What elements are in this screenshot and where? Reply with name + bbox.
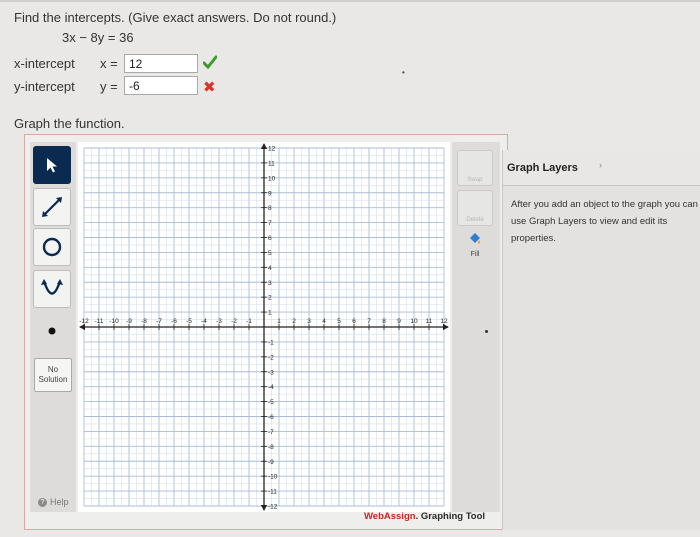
help-link[interactable]: ? Help bbox=[38, 497, 69, 507]
x-tick-label: -3 bbox=[216, 318, 222, 325]
graph-prompt: Graph the function. bbox=[14, 116, 125, 131]
stray-dot bbox=[485, 330, 488, 333]
x-tick-label: -12 bbox=[79, 318, 89, 325]
x-tick-label: -5 bbox=[186, 318, 192, 325]
x-tick-label: 6 bbox=[352, 318, 356, 325]
correct-check-icon bbox=[203, 55, 217, 69]
y-tick-label: 12 bbox=[268, 146, 276, 153]
graph-layers-panel: Graph Layers › After you add an object t… bbox=[502, 150, 700, 530]
y-tick-label: 9 bbox=[268, 190, 272, 197]
x-tick-label: 9 bbox=[397, 318, 401, 325]
fill-label: Fill bbox=[470, 251, 480, 258]
brand-webassign: WebAssign bbox=[364, 511, 416, 522]
y-tick-label: -2 bbox=[268, 354, 274, 361]
x-tick-label: -8 bbox=[141, 318, 147, 325]
x-tick-label: 10 bbox=[410, 318, 418, 325]
point-tool-button[interactable] bbox=[33, 312, 71, 350]
y-tick-label: -1 bbox=[268, 339, 274, 346]
x-tick-label: 4 bbox=[322, 318, 326, 325]
graph-layers-header[interactable]: Graph Layers › bbox=[503, 150, 700, 186]
graph-layers-title: Graph Layers bbox=[507, 162, 578, 174]
y-intercept-label: y-intercept bbox=[14, 79, 75, 94]
circle-tool-button[interactable] bbox=[33, 228, 71, 266]
parabola-icon bbox=[41, 279, 63, 295]
y-tick-label: -7 bbox=[268, 429, 274, 436]
line-icon bbox=[42, 197, 62, 217]
question-instructions: Find the intercepts. (Give exact answers… bbox=[14, 10, 337, 25]
y-tick-label: 4 bbox=[268, 265, 272, 272]
y-tick-label: -10 bbox=[268, 474, 278, 481]
y-tick-label: -5 bbox=[268, 399, 274, 406]
x-tick-label: 2 bbox=[292, 318, 296, 325]
pointer-arrow-icon bbox=[47, 158, 57, 173]
pointer-tool-button[interactable] bbox=[33, 146, 71, 184]
x-tick-label: 7 bbox=[367, 318, 371, 325]
y-tick-label: 10 bbox=[268, 175, 276, 182]
swap-button[interactable]: Swap bbox=[457, 150, 493, 186]
help-icon: ? bbox=[38, 497, 47, 507]
help-label: Help bbox=[50, 497, 69, 507]
x-intercept-prefix: x = bbox=[100, 56, 118, 71]
top-divider bbox=[0, 0, 700, 2]
chevron-right-icon: › bbox=[599, 160, 602, 170]
y-tick-label: 6 bbox=[268, 235, 272, 242]
y-tick-label: 5 bbox=[268, 250, 272, 257]
x-tick-label: -4 bbox=[201, 318, 207, 325]
x-intercept-input[interactable]: 12 bbox=[124, 54, 198, 73]
x-tick-label: 3 bbox=[307, 318, 311, 325]
y-tick-label: 7 bbox=[268, 220, 272, 227]
y-tick-label: 8 bbox=[268, 205, 272, 212]
x-tick-label: 12 bbox=[440, 318, 448, 325]
webassign-branding: WebAssign. Graphing Tool bbox=[364, 511, 485, 522]
brand-graphing-tool: . Graphing Tool bbox=[415, 511, 486, 522]
x-tick-label: -1 bbox=[246, 318, 252, 325]
y-intercept-prefix: y = bbox=[100, 79, 118, 94]
y-tick-label: -11 bbox=[268, 489, 277, 496]
y-tick-label: -8 bbox=[268, 444, 274, 451]
x-tick-label: 8 bbox=[382, 318, 386, 325]
x-tick-label: 11 bbox=[426, 318, 433, 325]
x-tick-label: 5 bbox=[337, 318, 341, 325]
x-tick-label: -7 bbox=[156, 318, 162, 325]
paint-bucket-icon bbox=[470, 233, 480, 244]
y-tick-label: 1 bbox=[268, 310, 272, 317]
incorrect-cross-icon: ✖ bbox=[203, 79, 216, 96]
y-tick-label: -4 bbox=[268, 384, 274, 391]
delete-button[interactable]: Delete bbox=[457, 190, 493, 226]
graph-layers-help-text: After you add an object to the graph you… bbox=[511, 199, 698, 244]
parabola-tool-button[interactable] bbox=[33, 270, 71, 308]
y-tick-label: -9 bbox=[268, 459, 274, 466]
x-intercept-label: x-intercept bbox=[14, 56, 75, 71]
x-tick-label: -10 bbox=[109, 318, 119, 325]
no-solution-button[interactable]: No Solution bbox=[34, 358, 72, 392]
y-intercept-input[interactable]: -6 bbox=[124, 76, 198, 95]
fill-button[interactable]: Fill bbox=[457, 230, 493, 266]
point-icon bbox=[48, 327, 56, 335]
y-tick-label: -3 bbox=[268, 369, 274, 376]
stray-mark: • bbox=[402, 68, 405, 77]
swap-label: Swap bbox=[467, 177, 483, 183]
delete-label: Delete bbox=[466, 217, 484, 223]
y-tick-label: 3 bbox=[268, 280, 272, 287]
coordinate-plane[interactable]: -12 -11 -10 -9 -8 -7 -6 -5 -4 -3 -2 -1 1 2 3 4 5 6 7 8 9 10 11… bbox=[78, 142, 450, 512]
x-tick-label: -11 bbox=[95, 318, 104, 325]
x-tick-label: 1 bbox=[277, 318, 281, 325]
x-tick-label: -2 bbox=[231, 318, 237, 325]
equation: 3x − 8y = 36 bbox=[62, 30, 134, 45]
x-tick-label: -9 bbox=[126, 318, 132, 325]
line-tool-button[interactable] bbox=[33, 188, 71, 226]
y-tick-label: -12 bbox=[268, 504, 278, 511]
circle-icon bbox=[42, 237, 62, 257]
x-tick-label: -6 bbox=[171, 318, 177, 325]
y-tick-label: -6 bbox=[268, 414, 274, 421]
y-tick-label: 11 bbox=[268, 160, 275, 167]
y-tick-label: 2 bbox=[268, 295, 272, 302]
